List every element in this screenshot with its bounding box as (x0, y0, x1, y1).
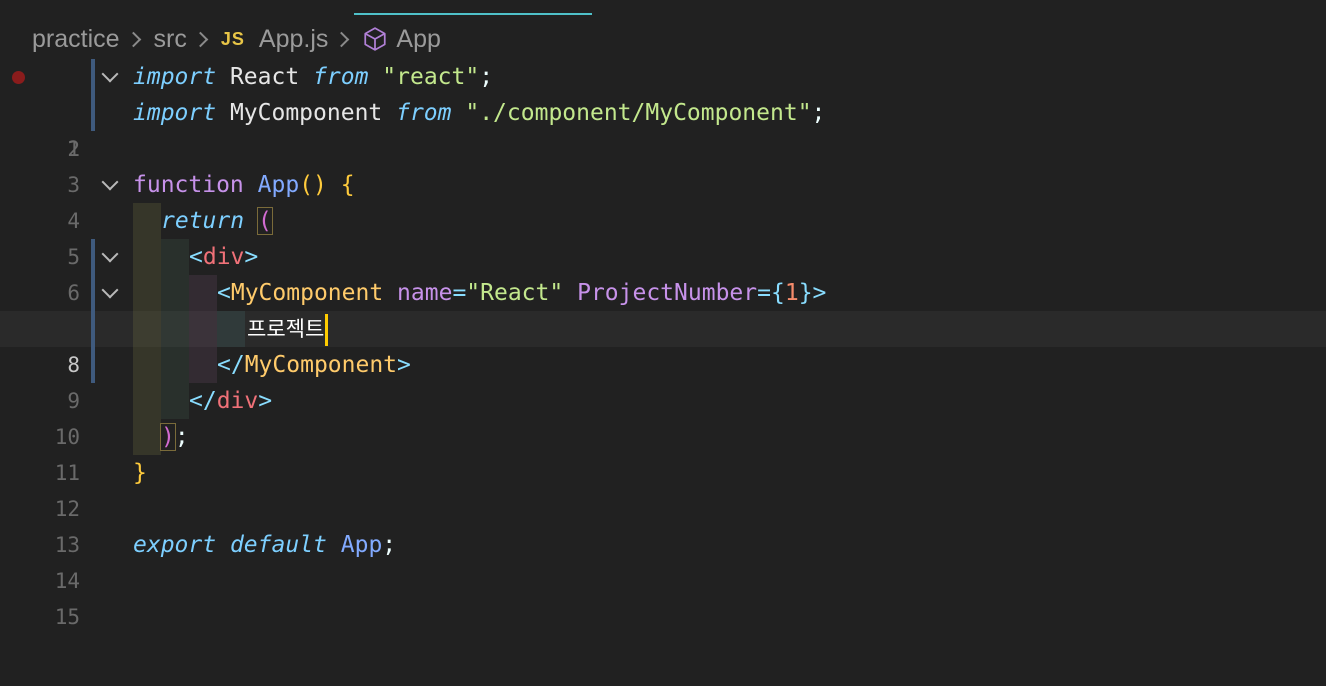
active-tab-indicator (354, 13, 592, 15)
modified-line-marker (91, 311, 95, 347)
code-line[interactable]: 2 import MyComponent from "./component/M… (0, 95, 1326, 161)
indent-guide (161, 311, 189, 347)
modified-line-marker (91, 347, 95, 383)
code-line[interactable]: 7 <MyComponent name="React" ProjectNumbe… (0, 275, 1326, 341)
indent-guide (161, 383, 189, 419)
chevron-right-icon (125, 31, 141, 47)
code-text: } (133, 460, 147, 486)
breakpoint-icon[interactable] (12, 71, 25, 84)
code-line[interactable]: 4 function App() { (0, 167, 1326, 233)
code-line-current[interactable]: 8 프로젝트 (0, 311, 1326, 377)
breadcrumb-folder-practice[interactable]: practice (32, 25, 120, 54)
javascript-file-icon: JS (220, 28, 245, 49)
indent-guide (133, 311, 161, 347)
indent-guide (161, 275, 189, 311)
chevron-down-icon[interactable] (101, 281, 119, 299)
code-line[interactable]: 12 } (0, 455, 1326, 521)
indent-guide (161, 347, 189, 383)
code-text: return ( (161, 207, 273, 235)
symbol-cube-icon (364, 27, 387, 51)
code-line[interactable]: 14 export default App; (0, 527, 1326, 593)
indent-guide (133, 383, 161, 419)
indent-guide (217, 311, 245, 347)
code-line[interactable]: 9 </MyComponent> (0, 347, 1326, 413)
code-line[interactable]: 6 <div> (0, 239, 1326, 305)
breadcrumb-symbol[interactable]: App (396, 25, 440, 54)
code-line[interactable]: 5 return ( (0, 203, 1326, 269)
code-line[interactable]: 11 ); (0, 419, 1326, 485)
code-line[interactable]: 15 (0, 563, 1326, 629)
code-editor[interactable]: 1 import React from "react"; 2 import My… (0, 59, 1326, 629)
modified-line-marker (91, 95, 95, 131)
code-line[interactable]: 13 (0, 491, 1326, 557)
code-text: <MyComponent name="React" ProjectNumber=… (217, 280, 827, 306)
text-cursor (325, 313, 329, 346)
code-text: export default App; (133, 532, 397, 558)
breadcrumb-folder-src[interactable]: src (154, 25, 187, 54)
chevron-right-icon (192, 31, 209, 47)
chevron-down-icon[interactable] (101, 65, 119, 83)
code-text: ); (160, 423, 189, 451)
indent-guide (133, 239, 161, 275)
indent-guide (189, 275, 217, 311)
indent-guide (189, 347, 217, 383)
indent-guide (161, 239, 189, 275)
code-text: function App() { (133, 172, 355, 198)
code-line[interactable]: 3 (0, 131, 1326, 197)
code-text: </div> (189, 388, 273, 414)
indent-guide (133, 347, 161, 383)
indent-guide (133, 203, 161, 239)
code-text: import React from "react"; (133, 64, 494, 90)
code-text: <div> (189, 244, 259, 270)
modified-line-marker (91, 239, 95, 275)
code-line[interactable]: 10 </div> (0, 383, 1326, 449)
code-text: 프로젝트 (247, 311, 329, 347)
code-text: import MyComponent from "./component/MyC… (133, 100, 826, 126)
breadcrumb-file[interactable]: App.js (259, 25, 328, 54)
chevron-down-icon[interactable] (101, 245, 119, 263)
code-text: </MyComponent> (217, 352, 411, 378)
chevron-right-icon (334, 31, 350, 47)
modified-line-marker (91, 59, 95, 95)
line-number: 15 (54, 605, 80, 629)
modified-line-marker (91, 275, 95, 311)
indent-guide (133, 419, 161, 455)
breadcrumb: practice src JS App.js App (32, 23, 441, 55)
code-line[interactable]: 1 import React from "react"; (0, 59, 1326, 161)
chevron-down-icon[interactable] (101, 173, 119, 191)
indent-guide (133, 275, 161, 311)
indent-guide (189, 311, 217, 347)
